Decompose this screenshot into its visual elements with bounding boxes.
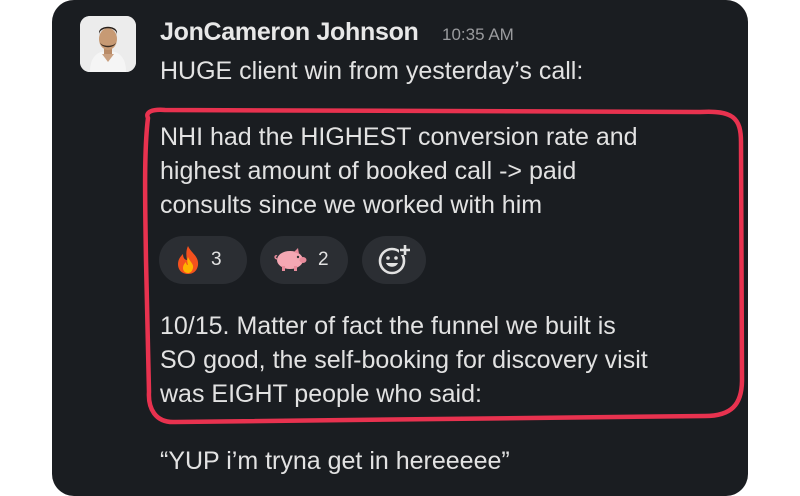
quoted-message-line: “YUP i’m tryna get in hereeeee” [160, 447, 510, 475]
message-line: highest amount of booked call -> paid [160, 157, 577, 185]
fire-emoji-icon [178, 246, 199, 274]
add-reaction-button[interactable] [362, 236, 426, 284]
message-line: SO good, the self-booking for discovery … [160, 346, 648, 374]
message-line: was EIGHT people who said: [160, 380, 482, 408]
message-card: JonCameron Johnson 10:35 AM HUGE client … [52, 0, 748, 496]
reaction-count: 3 [211, 249, 222, 270]
message-line: consults since we worked with him [160, 191, 543, 219]
add-reaction-icon [378, 245, 411, 275]
reaction-count: 2 [318, 249, 329, 270]
message-line: HUGE client win from yesterday’s call: [160, 57, 584, 85]
author-name[interactable]: JonCameron Johnson [160, 18, 419, 47]
reaction-fire[interactable]: 3 [159, 236, 247, 284]
timestamp[interactable]: 10:35 AM [442, 25, 514, 45]
message-line: NHI had the HIGHEST conversion rate and [160, 123, 638, 151]
profile-photo [80, 16, 136, 72]
avatar[interactable] [80, 16, 136, 72]
message-line: 10/15. Matter of fact the funnel we buil… [160, 312, 616, 340]
reaction-pig[interactable]: 2 [260, 236, 348, 284]
pig-emoji-icon [274, 248, 307, 271]
